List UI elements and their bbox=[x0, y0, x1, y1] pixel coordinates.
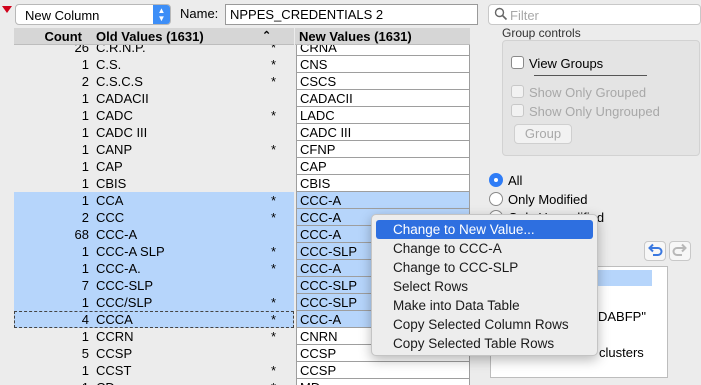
undo-button[interactable] bbox=[644, 241, 666, 261]
menu-item-change-to-ccc-a[interactable]: Change to CCC-A bbox=[372, 239, 597, 258]
name-label: Name: bbox=[180, 6, 219, 21]
table-row[interactable]: 1 CANP * CFNP bbox=[14, 141, 470, 158]
table-row[interactable]: 1 CADC III CADC III bbox=[14, 124, 470, 141]
show-only-ungrouped-checkbox[interactable] bbox=[511, 104, 524, 117]
count-column-header[interactable]: Count bbox=[14, 29, 82, 44]
new-value-cell[interactable]: CADC III bbox=[296, 124, 470, 141]
table-row[interactable]: 1CD*MD bbox=[14, 379, 470, 385]
table-row[interactable]: 1 CADACII CADACII bbox=[14, 90, 470, 107]
new-value-cell[interactable]: CAP bbox=[296, 158, 470, 175]
show-only-grouped-label: Show Only Grouped bbox=[529, 85, 647, 100]
list-item[interactable]: clusters bbox=[599, 345, 644, 360]
menu-item-copy-selected-column-rows[interactable]: Copy Selected Column Rows bbox=[372, 315, 597, 334]
red-triangle-menu-icon[interactable] bbox=[2, 6, 12, 13]
chevron-updown-icon: ▲ ▼ bbox=[153, 5, 170, 24]
menu-item-copy-selected-table-rows[interactable]: Copy Selected Table Rows bbox=[372, 334, 597, 353]
table-row[interactable]: 1 C.S. * CNS bbox=[14, 56, 470, 73]
divider bbox=[534, 75, 647, 76]
new-value-cell[interactable]: CADACII bbox=[296, 90, 470, 107]
name-input[interactable]: NPPES_CREDENTIALS 2 bbox=[225, 4, 478, 25]
filter-search-input[interactable]: Filter bbox=[488, 4, 701, 25]
new-value-cell[interactable]: CSCS bbox=[296, 73, 470, 90]
sort-ascending-icon[interactable]: ⌃ bbox=[262, 29, 271, 42]
redo-icon bbox=[672, 243, 687, 256]
table-row[interactable]: 26 C.R.N.P. * CRNA bbox=[14, 45, 470, 56]
new-value-cell[interactable]: CCC-A bbox=[296, 192, 470, 209]
new-value-cell[interactable]: CCSP bbox=[296, 362, 470, 379]
column-select[interactable]: New Column ▲ ▼ bbox=[15, 4, 171, 25]
table-row[interactable]: 1 CADC * LADC bbox=[14, 107, 470, 124]
filter-all-label[interactable]: All bbox=[508, 173, 522, 188]
new-value-cell[interactable]: LADC bbox=[296, 107, 470, 124]
filter-only-modified-label[interactable]: Only Modified bbox=[508, 192, 587, 207]
table-row[interactable]: 1 CCST * CCSP bbox=[14, 362, 470, 379]
group-controls-title: Group controls bbox=[502, 26, 581, 40]
context-menu: Change to New Value... Change to CCC-A C… bbox=[371, 214, 598, 356]
table-row-selected[interactable]: 1 CCA * CCC-A bbox=[14, 192, 470, 209]
new-value-cell[interactable]: CNS bbox=[296, 56, 470, 73]
redo-button[interactable] bbox=[669, 241, 691, 261]
new-value-cell[interactable]: CFNP bbox=[296, 141, 470, 158]
table-row[interactable]: 1 CBIS CBIS bbox=[14, 175, 470, 192]
new-values-column-header[interactable]: New Values (1631) bbox=[299, 29, 412, 44]
group-button[interactable]: Group bbox=[514, 124, 572, 144]
menu-item-make-into-data-table[interactable]: Make into Data Table bbox=[372, 296, 597, 315]
filter-placeholder: Filter bbox=[510, 8, 539, 23]
new-value-cell[interactable]: CBIS bbox=[296, 175, 470, 192]
filter-only-modified-radio[interactable] bbox=[489, 192, 503, 206]
menu-item-select-rows[interactable]: Select Rows bbox=[372, 277, 597, 296]
old-values-column-header[interactable]: Old Values (1631) bbox=[96, 29, 204, 44]
menu-item-change-to-new-value[interactable]: Change to New Value... bbox=[376, 220, 593, 239]
view-groups-label[interactable]: View Groups bbox=[529, 56, 603, 71]
new-value-cell[interactable]: CRNA bbox=[296, 45, 470, 56]
table-row[interactable]: 1 CAP CAP bbox=[14, 158, 470, 175]
table-header-left: Count Old Values (1631) ⌃ bbox=[14, 28, 294, 45]
list-item[interactable]: DABFP" bbox=[598, 309, 646, 324]
search-icon bbox=[494, 7, 508, 21]
show-only-grouped-checkbox[interactable] bbox=[511, 85, 524, 98]
filter-all-radio[interactable] bbox=[489, 173, 503, 187]
show-only-ungrouped-label: Show Only Ungrouped bbox=[529, 104, 660, 119]
table-header-right: New Values (1631) bbox=[295, 28, 470, 45]
undo-icon bbox=[648, 243, 663, 256]
view-groups-checkbox[interactable] bbox=[511, 56, 524, 69]
new-value-cell[interactable]: MD bbox=[296, 379, 470, 385]
menu-item-change-to-ccc-slp[interactable]: Change to CCC-SLP bbox=[372, 258, 597, 277]
table-row[interactable]: 2 C.S.C.S * CSCS bbox=[14, 73, 470, 90]
column-select-value: New Column bbox=[25, 8, 100, 23]
